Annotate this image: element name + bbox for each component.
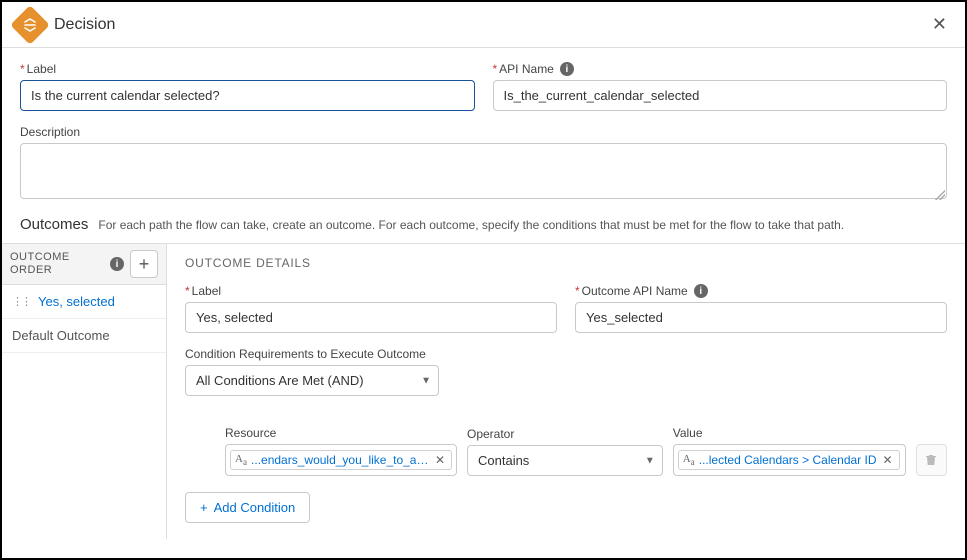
clear-resource-icon[interactable]: ✕ [433, 453, 447, 467]
condition-requirements-label: Condition Requirements to Execute Outcom… [185, 347, 947, 361]
sidebar-item-label: Yes, selected [38, 294, 115, 309]
operator-select[interactable] [467, 445, 663, 476]
sidebar-item-label: Default Outcome [12, 328, 110, 343]
outcome-order-sidebar: OUTCOME ORDER i + ⋮⋮ Yes, selected Defau… [2, 244, 167, 539]
operator-label: Operator [467, 427, 663, 441]
api-name-label: *API Namei [493, 62, 948, 76]
trash-icon [924, 453, 938, 467]
api-name-input[interactable] [493, 80, 948, 111]
plus-icon: + [200, 500, 208, 515]
delete-condition-button[interactable] [916, 444, 947, 476]
sidebar-item-yes-selected[interactable]: ⋮⋮ Yes, selected [2, 285, 166, 319]
text-type-icon: Aa [683, 453, 695, 467]
add-condition-label: Add Condition [214, 500, 296, 515]
close-icon[interactable]: ✕ [928, 10, 951, 39]
value-input[interactable]: Aa ...lected Calendars > Calendar ID ✕ [673, 444, 906, 476]
info-icon[interactable]: i [560, 62, 574, 76]
add-outcome-button[interactable]: + [130, 250, 158, 278]
label-field-label: *Label [20, 62, 475, 76]
resize-handle-icon[interactable] [935, 190, 945, 200]
value-label: Value [673, 426, 906, 440]
modal-header: Decision ✕ [2, 2, 965, 48]
outcome-label-input[interactable] [185, 302, 557, 333]
description-label: Description [20, 125, 947, 139]
info-icon[interactable]: i [110, 257, 124, 271]
modal-title: Decision [54, 16, 115, 34]
resource-input[interactable]: Aa ...endars_would_you_like_to_add ✕ [225, 444, 457, 476]
outcomes-description: For each path the flow can take, create … [98, 218, 844, 232]
sidebar-title: OUTCOME ORDER [10, 251, 104, 277]
info-icon[interactable]: i [694, 284, 708, 298]
resource-pill-text: ...endars_would_you_like_to_add [251, 453, 429, 467]
resource-label: Resource [225, 426, 457, 440]
decision-icon [10, 5, 50, 45]
outcome-details-heading: OUTCOME DETAILS [185, 256, 947, 270]
clear-value-icon[interactable]: ✕ [881, 453, 895, 467]
sidebar-item-default-outcome[interactable]: Default Outcome [2, 319, 166, 353]
outcomes-heading: Outcomes [20, 216, 88, 233]
add-condition-button[interactable]: + Add Condition [185, 492, 310, 523]
outcome-api-label: *Outcome API Namei [575, 284, 947, 298]
description-textarea[interactable] [20, 143, 947, 199]
outcome-api-input[interactable] [575, 302, 947, 333]
drag-handle-icon[interactable]: ⋮⋮ [12, 295, 30, 308]
outcome-label-label: *Label [185, 284, 557, 298]
condition-requirements-select[interactable] [185, 365, 439, 396]
label-input[interactable] [20, 80, 475, 111]
text-type-icon: Aa [235, 453, 247, 467]
value-pill-text: ...lected Calendars > Calendar ID [699, 453, 877, 467]
